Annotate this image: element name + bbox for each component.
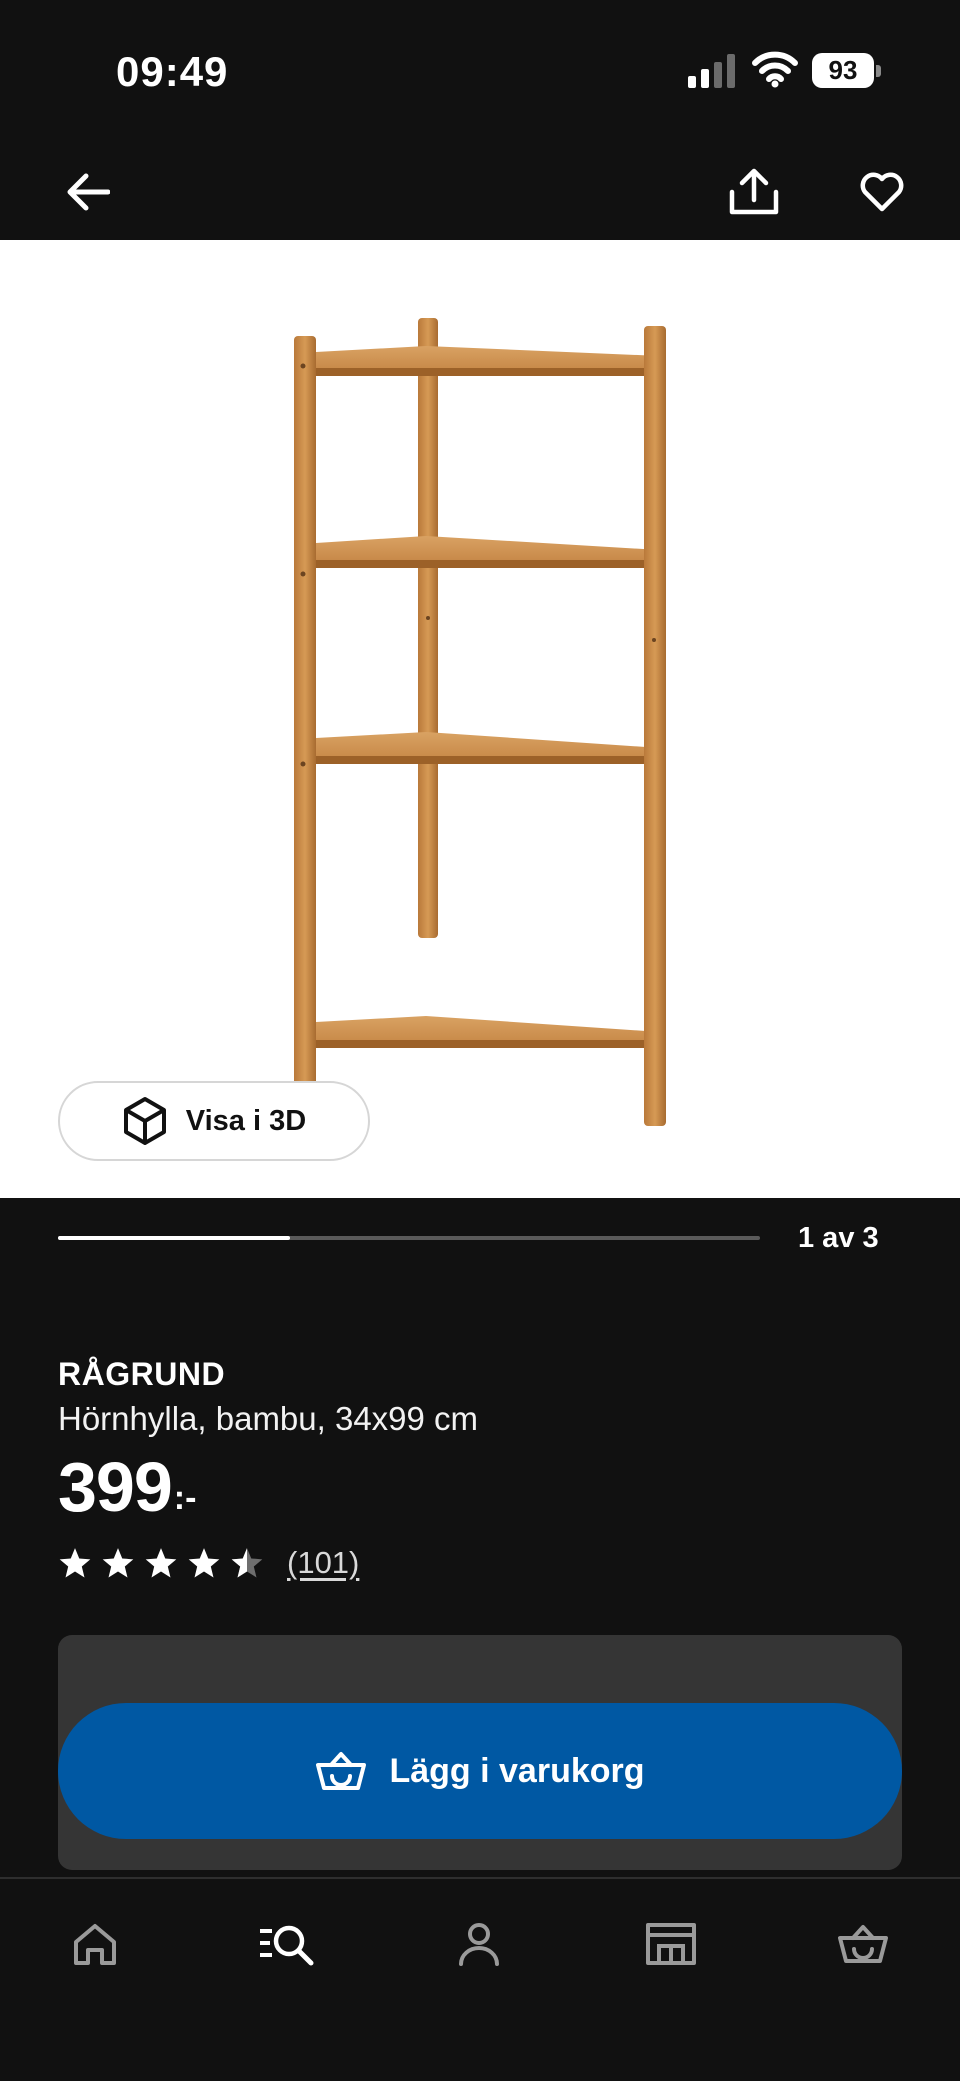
view-in-3d-label: Visa i 3D (185, 1104, 307, 1137)
gallery-page-indicator: 1 av 3 (798, 1222, 879, 1254)
basket-icon (316, 1752, 367, 1790)
battery-level: 93 (812, 53, 874, 88)
price-value: 399 (58, 1448, 173, 1526)
top-navigation (0, 140, 960, 240)
tab-profile[interactable] (444, 1909, 514, 1979)
price-suffix: :- (173, 1479, 197, 1517)
product-price: 399 :- (58, 1452, 196, 1522)
wifi-icon (752, 51, 798, 88)
bottom-tab-bar (0, 1879, 960, 2081)
back-arrow-icon (67, 173, 110, 211)
heart-icon (860, 172, 904, 212)
search-icon (260, 1925, 314, 1966)
home-icon (74, 1924, 116, 1965)
half-star-icon (231, 1548, 263, 1578)
product-rating[interactable]: (101) (58, 1545, 359, 1581)
share-icon (729, 168, 779, 215)
view-in-3d-button[interactable]: Visa i 3D (58, 1081, 370, 1161)
tab-search[interactable] (252, 1909, 322, 1979)
status-time: 09:49 (116, 48, 229, 95)
back-button[interactable] (56, 160, 120, 224)
share-button[interactable] (722, 160, 786, 224)
store-icon (646, 1923, 696, 1965)
favorite-button[interactable] (850, 160, 914, 224)
status-bar: 09:49 93 (0, 0, 960, 140)
battery-cap (876, 65, 881, 77)
corner-shelf-image (294, 318, 666, 1126)
product-name: RÅGRUND (58, 1356, 226, 1392)
tab-store[interactable] (636, 1909, 706, 1979)
gallery-progress-fill (58, 1236, 290, 1240)
star-icon (188, 1548, 220, 1578)
gallery-progress-track (58, 1236, 760, 1240)
signal-icon (688, 54, 735, 88)
star-icon (145, 1548, 177, 1578)
review-count-link[interactable]: (101) (287, 1545, 359, 1581)
tab-home[interactable] (60, 1909, 130, 1979)
cube-3d-icon (123, 1097, 166, 1145)
tab-cart[interactable] (828, 1909, 898, 1979)
star-icon (59, 1548, 91, 1578)
profile-icon (459, 1923, 499, 1966)
product-image-gallery[interactable] (0, 240, 960, 1198)
basket-icon (838, 1925, 888, 1963)
star-icon (102, 1548, 134, 1578)
add-to-cart-button[interactable]: Lägg i varukorg (58, 1703, 902, 1839)
battery-icon: 93 (812, 53, 881, 88)
product-description: Hörnhylla, bambu, 34x99 cm (58, 1400, 479, 1437)
add-to-cart-label: Lägg i varukorg (389, 1751, 645, 1790)
